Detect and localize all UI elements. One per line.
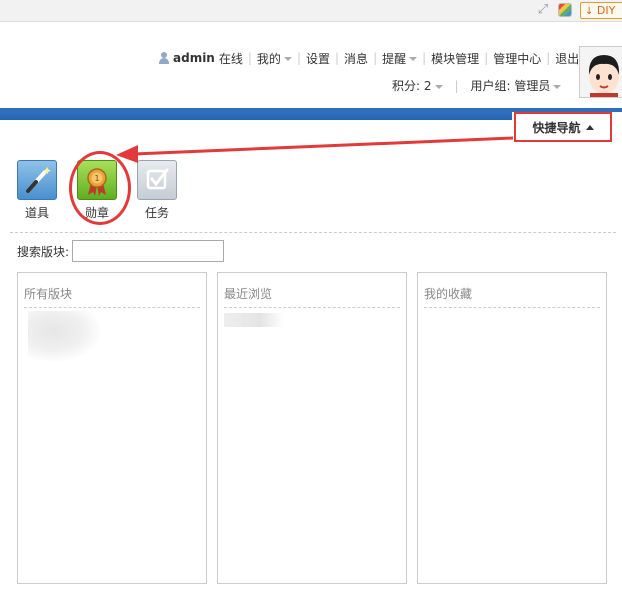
column-favorites: 我的收藏	[417, 272, 607, 584]
forum-search-input[interactable]	[72, 240, 225, 262]
blurred-content	[224, 313, 284, 327]
forum-search-row: 搜索版块:	[17, 240, 225, 262]
column-title: 所有版块	[24, 285, 200, 308]
column-all-forums: 所有版块	[17, 272, 207, 584]
column-title: 最近浏览	[224, 285, 400, 308]
column-title: 我的收藏	[424, 285, 600, 308]
column-recent: 最近浏览	[217, 272, 407, 584]
divider	[10, 232, 616, 233]
search-label: 搜索版块:	[17, 244, 70, 259]
blurred-content	[28, 311, 100, 361]
